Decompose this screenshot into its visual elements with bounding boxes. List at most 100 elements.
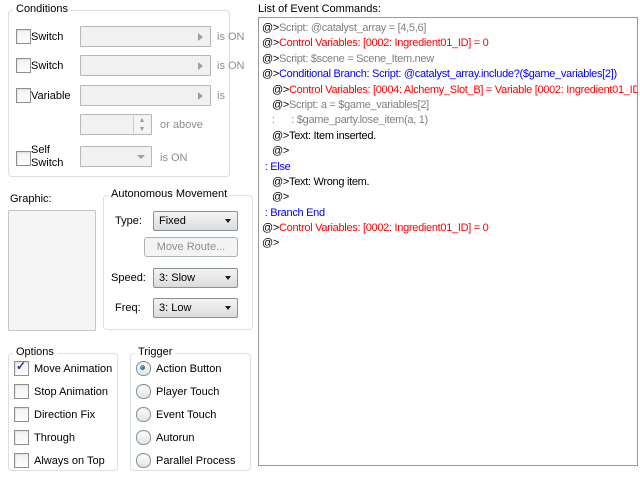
variable-suffix2: or above bbox=[160, 119, 203, 131]
chevron-down-icon bbox=[225, 276, 231, 280]
autonomous-movement-title: Autonomous Movement bbox=[108, 188, 230, 200]
event-command-list[interactable]: @>Script: @catalyst_array = [4,5,6]@>Con… bbox=[258, 17, 638, 466]
freq-combo-value: 3: Low bbox=[159, 302, 191, 314]
trigger-label: Event Touch bbox=[156, 409, 216, 421]
graphic-label: Graphic: bbox=[10, 193, 52, 205]
variable-value-spinner: ▲ ▼ bbox=[80, 114, 152, 135]
radio-icon[interactable] bbox=[136, 384, 151, 399]
freq-combo[interactable]: 3: Low bbox=[153, 298, 238, 318]
variable-label: Variable bbox=[31, 90, 71, 102]
spinner-buttons: ▲ ▼ bbox=[133, 116, 150, 133]
event-command-line[interactable]: @>Text: Item inserted. bbox=[259, 129, 637, 144]
checkbox-checked-icon[interactable]: ✓ bbox=[14, 361, 29, 376]
switch2-label: Switch bbox=[31, 60, 63, 72]
command-text: Script: @catalyst_array = [4,5,6] bbox=[279, 22, 426, 34]
switch1-label: Switch bbox=[31, 31, 63, 43]
command-prefix: @> bbox=[272, 130, 289, 142]
type-combo-value: Fixed bbox=[159, 215, 186, 227]
command-text: Else bbox=[270, 161, 290, 173]
variable-checkbox[interactable] bbox=[16, 88, 31, 103]
radio-selected-icon[interactable] bbox=[136, 361, 151, 376]
trigger-label: Parallel Process bbox=[156, 455, 235, 467]
event-command-line[interactable]: : : $game_party.lose_item(a, 1) bbox=[259, 113, 637, 128]
option-move-animation[interactable]: ✓ Move Animation bbox=[14, 357, 114, 380]
command-text: Script: $scene = Scene_Item.new bbox=[279, 53, 434, 65]
event-command-line[interactable]: @>Text: Wrong item. bbox=[259, 175, 637, 190]
option-through[interactable]: Through bbox=[14, 426, 114, 449]
trigger-parallel-process[interactable]: Parallel Process bbox=[136, 449, 248, 472]
command-prefix: @> bbox=[272, 99, 289, 111]
command-text: Script: a = $game_variables[2] bbox=[289, 99, 429, 111]
radio-icon[interactable] bbox=[136, 407, 151, 422]
checkbox-icon[interactable] bbox=[14, 453, 29, 468]
event-command-line[interactable]: @>Script: @catalyst_array = [4,5,6] bbox=[259, 21, 637, 36]
option-direction-fix[interactable]: Direction Fix bbox=[14, 403, 114, 426]
self-switch-label: Self Switch bbox=[31, 144, 75, 170]
event-command-line[interactable]: @>Script: a = $game_variables[2] bbox=[259, 98, 637, 113]
command-prefix: @> bbox=[262, 53, 279, 65]
freq-label: Freq: bbox=[115, 302, 141, 314]
variable-suffix: is bbox=[217, 90, 225, 102]
event-command-line[interactable]: @>Script: $scene = Scene_Item.new bbox=[259, 52, 637, 67]
command-prefix: @> bbox=[262, 237, 279, 249]
trigger-player-touch[interactable]: Player Touch bbox=[136, 380, 248, 403]
switch1-checkbox[interactable] bbox=[16, 29, 31, 44]
combo-arrow-icon bbox=[198, 62, 203, 70]
options-list: ✓ Move Animation Stop Animation Direction F… bbox=[14, 357, 114, 472]
conditions-group-title: Conditions bbox=[13, 3, 71, 15]
variable-combo bbox=[80, 85, 211, 106]
trigger-event-touch[interactable]: Event Touch bbox=[136, 403, 248, 426]
event-command-line[interactable]: : Branch End bbox=[259, 206, 637, 221]
command-text: Control Variables: [0002: Ingredient01_I… bbox=[279, 37, 489, 49]
command-text: Text: Item inserted. bbox=[289, 130, 376, 142]
switch2-checkbox[interactable] bbox=[16, 58, 31, 73]
command-prefix: @> bbox=[262, 37, 279, 49]
command-text: Branch End bbox=[270, 207, 324, 219]
type-label: Type: bbox=[115, 215, 142, 227]
event-command-line[interactable]: @>Control Variables: [0002: Ingredient01… bbox=[259, 36, 637, 51]
event-command-line[interactable]: @> bbox=[259, 236, 637, 251]
radio-icon[interactable] bbox=[136, 430, 151, 445]
option-stop-animation[interactable]: Stop Animation bbox=[14, 380, 114, 403]
checkbox-icon[interactable] bbox=[14, 384, 29, 399]
switch1-combo bbox=[80, 26, 211, 47]
checkbox-icon[interactable] bbox=[14, 430, 29, 445]
combo-arrow-icon bbox=[198, 92, 203, 100]
radio-icon[interactable] bbox=[136, 453, 151, 468]
command-text: : $game_party.lose_item(a, 1) bbox=[275, 114, 428, 126]
trigger-label: Player Touch bbox=[156, 386, 219, 398]
event-command-line[interactable]: @>Control Variables: [0002: Ingredient01… bbox=[259, 221, 637, 236]
option-label: Always on Top bbox=[34, 455, 105, 467]
switch2-suffix: is ON bbox=[217, 60, 245, 72]
option-always-on-top[interactable]: Always on Top bbox=[14, 449, 114, 472]
speed-combo[interactable]: 3: Slow bbox=[153, 268, 238, 288]
event-command-line[interactable]: @> bbox=[259, 144, 637, 159]
option-label: Move Animation bbox=[34, 363, 112, 375]
switch1-suffix: is ON bbox=[217, 31, 245, 43]
chevron-down-icon bbox=[225, 306, 231, 310]
combo-arrow-icon bbox=[198, 33, 203, 41]
checkbox-icon[interactable] bbox=[14, 407, 29, 422]
type-combo[interactable]: Fixed bbox=[153, 211, 238, 231]
trigger-autorun[interactable]: Autorun bbox=[136, 426, 248, 449]
command-text: Control Variables: [0004: Alchemy_Slot_B… bbox=[289, 84, 637, 96]
graphic-preview-box[interactable] bbox=[8, 210, 96, 331]
chevron-down-icon bbox=[225, 219, 231, 223]
command-text: Conditional Branch: Script: @catalyst_ar… bbox=[279, 68, 617, 80]
trigger-action-button[interactable]: Action Button bbox=[136, 357, 248, 380]
event-command-line[interactable]: @>Conditional Branch: Script: @catalyst_… bbox=[259, 67, 637, 82]
event-command-line[interactable]: @> bbox=[259, 190, 637, 205]
event-command-line[interactable]: : Else bbox=[259, 160, 637, 175]
command-prefix: @> bbox=[262, 222, 279, 234]
command-prefix: @> bbox=[272, 84, 289, 96]
speed-label: Speed: bbox=[111, 272, 146, 284]
self-switch-checkbox[interactable] bbox=[16, 151, 31, 166]
radio-dot-icon bbox=[140, 365, 145, 370]
self-switch-combo bbox=[80, 146, 152, 167]
option-label: Direction Fix bbox=[34, 409, 95, 421]
command-prefix: @> bbox=[262, 22, 279, 34]
event-command-line[interactable]: @>Control Variables: [0004: Alchemy_Slot… bbox=[259, 83, 637, 98]
move-route-button: Move Route... bbox=[144, 237, 238, 257]
command-prefix: @> bbox=[262, 68, 279, 80]
command-text: Control Variables: [0002: Ingredient01_I… bbox=[279, 222, 489, 234]
